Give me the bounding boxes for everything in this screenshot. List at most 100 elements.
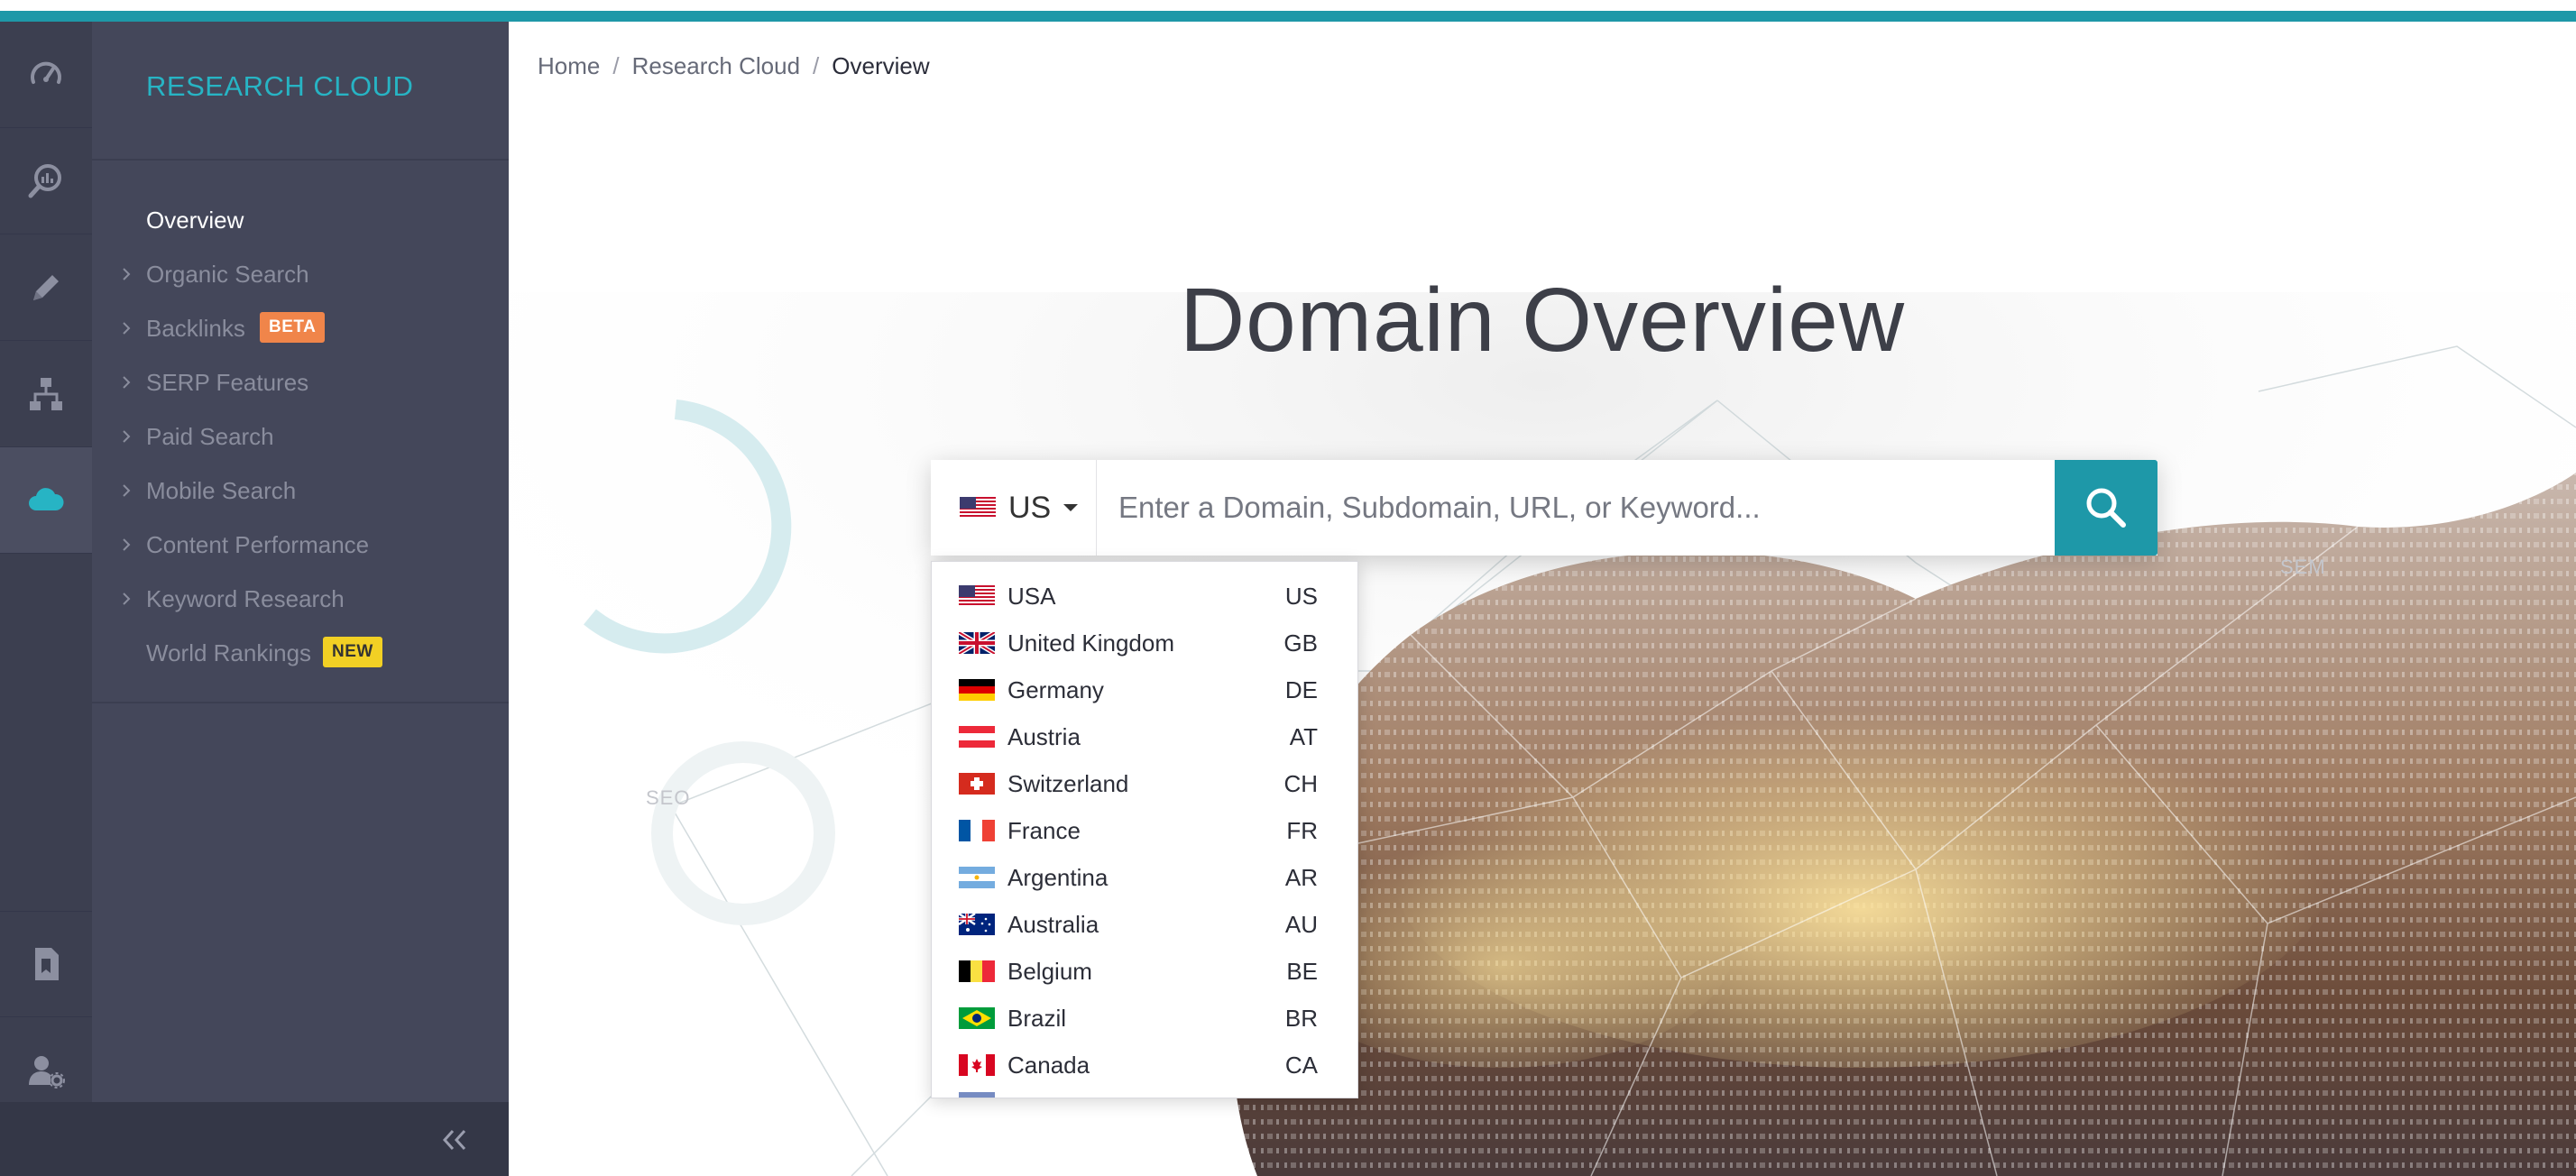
country-name: Belgium <box>1007 957 1092 985</box>
page-title: Domain Overview <box>1179 270 1906 371</box>
sidebar-item-label: Organic Search <box>146 260 309 288</box>
chevron-right-icon <box>123 538 131 551</box>
search-icon <box>2086 488 2126 528</box>
sem-decor-label: SEM <box>2280 556 2326 578</box>
us-flag-icon <box>959 585 995 607</box>
chevron-right-icon <box>123 430 131 443</box>
us-flag-icon <box>960 497 996 519</box>
icon-rail <box>0 22 92 1176</box>
sidebar-item-paid-search[interactable]: Paid Search <box>92 409 509 464</box>
collapse-sidebar-button[interactable] <box>428 1120 482 1160</box>
sidebar-item-label: Backlinks <box>146 314 245 342</box>
country-name: Brazil <box>1007 1004 1067 1032</box>
chevron-right-icon <box>123 376 131 389</box>
country-option-at[interactable]: Austria AT <box>932 713 1357 760</box>
seo-decor-label: SEO <box>646 786 691 809</box>
australia-flag-icon <box>959 914 995 935</box>
belgium-flag-icon <box>959 960 995 982</box>
country-name: Switzerland <box>1007 769 1129 797</box>
country-option-us[interactable]: USA US <box>932 573 1357 620</box>
country-option-gb[interactable]: United Kingdom GB <box>932 620 1357 666</box>
breadcrumb-current: Overview <box>832 52 930 79</box>
pencil-icon[interactable] <box>0 234 92 341</box>
country-name: Austria <box>1007 722 1081 750</box>
country-code: AU <box>1284 910 1318 938</box>
country-option-br[interactable]: Brazil BR <box>932 995 1357 1042</box>
country-code: CH <box>1283 769 1318 797</box>
cloud-icon[interactable] <box>0 447 92 554</box>
bookmark-report-icon[interactable] <box>0 911 92 1017</box>
site-structure-icon[interactable] <box>0 341 92 447</box>
country-option-au[interactable]: Australia AU <box>932 901 1357 948</box>
country-name: United Kingdom <box>1007 629 1174 657</box>
top-accent-bar <box>0 0 2576 22</box>
country-name: Argentina <box>1007 863 1109 891</box>
sidebar-item-overview[interactable]: Overview <box>92 193 509 247</box>
selected-country-code: US <box>1008 490 1052 525</box>
analytics-search-icon[interactable] <box>0 128 92 234</box>
switzerland-flag-icon <box>959 773 995 795</box>
chevron-right-icon <box>123 484 131 497</box>
dashboard-gauge-icon[interactable] <box>0 22 92 128</box>
beta-badge: BETA <box>260 312 326 343</box>
country-name: Germany <box>1007 675 1104 703</box>
sidebar-item-label: Paid Search <box>146 422 274 450</box>
country-option-be[interactable]: Belgium BE <box>932 948 1357 995</box>
country-option-ar[interactable]: Argentina AR <box>932 854 1357 901</box>
country-name: France <box>1007 816 1081 844</box>
sidebar-title: RESEARCH CLOUD <box>146 70 414 102</box>
hero-background-graphic <box>509 292 2576 1176</box>
sidebar: RESEARCH CLOUD Overview Organic Search B… <box>92 22 509 1176</box>
country-option-ch[interactable]: Switzerland CH <box>932 760 1357 807</box>
next-flag-partial <box>959 1092 995 1098</box>
sidebar-divider-bottom <box>92 702 509 703</box>
country-name: Canada <box>1007 1051 1090 1079</box>
sidebar-item-label: Overview <box>146 206 244 234</box>
argentina-flag-icon <box>959 867 995 888</box>
country-code: GB <box>1283 629 1318 657</box>
sidebar-item-serp-features[interactable]: SERP Features <box>92 355 509 409</box>
domain-search-input[interactable] <box>1097 460 2055 556</box>
chevron-right-icon <box>123 268 131 280</box>
uk-flag-icon <box>959 632 995 654</box>
sidebar-item-label: Mobile Search <box>146 476 297 504</box>
country-option-ca[interactable]: Canada CA <box>932 1042 1357 1089</box>
sidebar-divider-top <box>92 159 509 161</box>
country-code: CA <box>1284 1051 1318 1079</box>
country-code: BE <box>1286 957 1318 985</box>
main-content: Home / Research Cloud / Overview Domain … <box>509 22 2576 1176</box>
sidebar-item-label: World Rankings <box>146 639 312 666</box>
country-select-button[interactable]: US <box>931 460 1097 556</box>
double-chevron-left-icon <box>442 1129 466 1151</box>
country-code: BR <box>1284 1004 1318 1032</box>
france-flag-icon <box>959 820 995 841</box>
brazil-flag-icon <box>959 1007 995 1029</box>
breadcrumb-separator: / <box>612 52 620 79</box>
breadcrumb-home-link[interactable]: Home <box>538 52 600 79</box>
sidebar-footer <box>0 1102 509 1176</box>
country-option-fr[interactable]: France FR <box>932 807 1357 854</box>
breadcrumb-research-cloud-link[interactable]: Research Cloud <box>632 52 800 79</box>
breadcrumb: Home / Research Cloud / Overview <box>538 52 930 80</box>
sidebar-item-organic-search[interactable]: Organic Search <box>92 247 509 301</box>
country-code: US <box>1284 582 1318 610</box>
new-badge: NEW <box>323 637 382 667</box>
sidebar-item-world-rankings[interactable]: World Rankings NEW <box>92 626 509 680</box>
canada-flag-icon <box>959 1054 995 1076</box>
search-button[interactable] <box>2055 460 2157 556</box>
country-name: Australia <box>1007 910 1099 938</box>
austria-flag-icon <box>959 726 995 748</box>
chevron-right-icon <box>123 593 131 605</box>
country-name: USA <box>1007 582 1056 610</box>
sidebar-item-content-performance[interactable]: Content Performance <box>92 518 509 572</box>
country-code: DE <box>1284 675 1318 703</box>
sidebar-item-mobile-search[interactable]: Mobile Search <box>92 464 509 518</box>
germany-flag-icon <box>959 679 995 701</box>
country-code: FR <box>1286 816 1318 844</box>
sidebar-item-backlinks[interactable]: Backlinks BETA <box>92 301 509 355</box>
sidebar-item-keyword-research[interactable]: Keyword Research <box>92 572 509 626</box>
sidebar-item-label: Keyword Research <box>146 584 345 612</box>
country-option-de[interactable]: Germany DE <box>932 666 1357 713</box>
country-code: AT <box>1289 722 1318 750</box>
country-dropdown: USA US United Kingdom GB Germany DE Aust… <box>931 561 1358 1098</box>
